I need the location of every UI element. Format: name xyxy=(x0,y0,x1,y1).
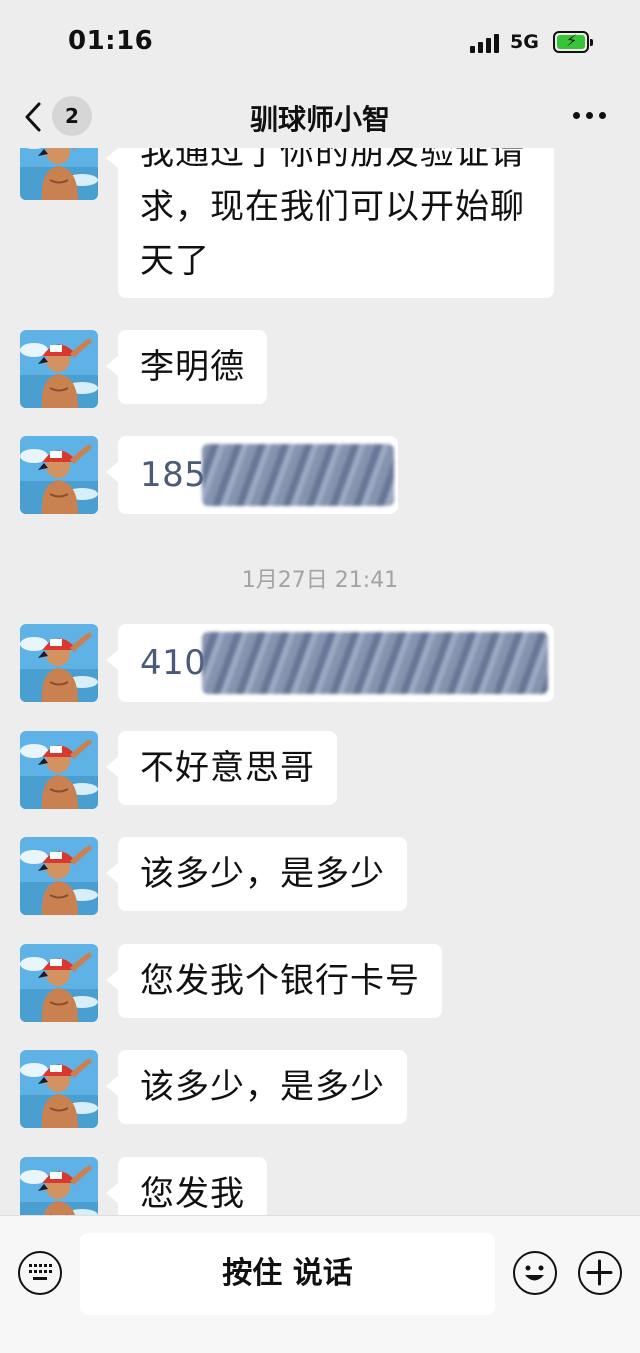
profile-picture-icon xyxy=(20,1050,98,1128)
message-text: 不好意思哥 xyxy=(140,748,315,788)
avatar[interactable] xyxy=(20,731,98,809)
avatar[interactable] xyxy=(20,148,98,200)
keyboard-toggle-button[interactable] xyxy=(18,1251,62,1295)
message-bubble[interactable]: 410 xyxy=(106,624,554,702)
message-text: 您发我 xyxy=(140,1174,245,1214)
message-bubble[interactable]: 不好意思哥 xyxy=(106,731,337,805)
profile-picture-icon xyxy=(20,624,98,702)
more-actions-button[interactable] xyxy=(578,1251,622,1295)
more-options-button[interactable] xyxy=(570,104,610,128)
network-label: 5G xyxy=(510,31,539,53)
message-bubble[interactable]: 李明德 xyxy=(106,330,267,404)
avatar[interactable] xyxy=(20,944,98,1022)
ellipsis-icon xyxy=(573,112,580,119)
message-bubble[interactable]: 我通过了你的朋友验证请 求，现在我们可以开始聊 天了 xyxy=(106,148,554,298)
message-text-line: 求，现在我们可以开始聊 xyxy=(140,187,525,227)
profile-picture-icon xyxy=(20,330,98,408)
emoji-icon xyxy=(525,1265,544,1281)
message-bubble[interactable]: 该多少，是多少 xyxy=(106,837,407,911)
profile-picture-icon xyxy=(20,436,98,514)
status-time: 01:16 xyxy=(68,26,154,56)
message-text: 该多少，是多少 xyxy=(140,854,385,894)
avatar[interactable] xyxy=(20,330,98,408)
avatar[interactable] xyxy=(20,436,98,514)
back-button[interactable]: 2 xyxy=(24,94,104,138)
keyboard-icon xyxy=(29,1264,52,1280)
battery-icon: ⚡ xyxy=(553,31,593,53)
message-bubble[interactable]: 该多少，是多少 xyxy=(106,1050,407,1124)
redaction-scribble xyxy=(202,444,394,506)
plus-icon xyxy=(586,1259,613,1286)
message-text: 您发我个银行卡号 xyxy=(140,961,420,1001)
chevron-left-icon xyxy=(25,102,41,132)
avatar[interactable] xyxy=(20,1157,98,1215)
hold-to-talk-button[interactable]: 按住 说话 xyxy=(80,1233,495,1315)
phone-number-prefix: 185 xyxy=(140,455,207,495)
message-text-line: 天了 xyxy=(140,241,210,281)
avatar[interactable] xyxy=(20,624,98,702)
message-bubble[interactable]: 您发我个银行卡号 xyxy=(106,944,442,1018)
status-bar: 01:16 5G ⚡ xyxy=(0,0,640,84)
profile-picture-icon xyxy=(20,837,98,915)
profile-picture-icon xyxy=(20,944,98,1022)
message-text: 该多少，是多少 xyxy=(140,1067,385,1107)
avatar[interactable] xyxy=(20,837,98,915)
message-timestamp: 1月27日 21:41 xyxy=(241,568,399,593)
profile-picture-icon xyxy=(20,148,98,200)
redaction-scribble xyxy=(202,632,548,694)
message-text-line: 我通过了你的朋友验证请 xyxy=(140,148,525,173)
unread-count-badge: 2 xyxy=(52,96,92,136)
message-bubble[interactable]: 185 xyxy=(106,436,398,514)
emoji-button[interactable] xyxy=(513,1251,557,1295)
chat-title: 驯球师小智 xyxy=(249,103,390,136)
message-text: 李明德 xyxy=(140,347,245,387)
chat-message-list[interactable]: 我通过了你的朋友验证请 求，现在我们可以开始聊 天了 李明德 185 1月27日… xyxy=(0,148,640,1215)
profile-picture-icon xyxy=(20,1157,98,1215)
avatar[interactable] xyxy=(20,1050,98,1128)
input-bar: 按住 说话 xyxy=(0,1215,640,1353)
charging-bolt-icon: ⚡ xyxy=(566,31,578,50)
profile-picture-icon xyxy=(20,731,98,809)
message-bubble[interactable]: 您发我 xyxy=(106,1157,267,1215)
number-prefix: 410 xyxy=(140,643,207,683)
chat-header: 2 驯球师小智 xyxy=(0,84,640,148)
signal-icon xyxy=(470,33,500,53)
